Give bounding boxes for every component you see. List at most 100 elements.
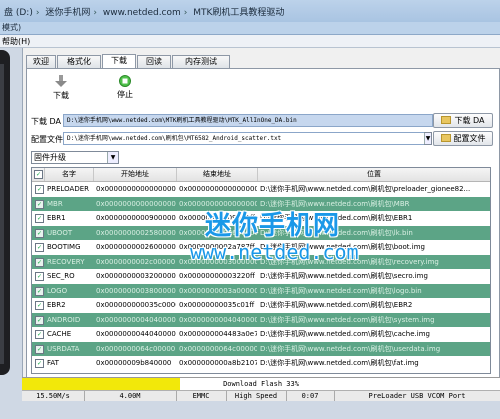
header-end[interactable]: 结束地址: [177, 168, 258, 181]
cell-location: D:\迷你手机网\www.netded.com\刷机包\system.img: [260, 315, 435, 324]
cell-start: 0x000000000035c0000: [96, 301, 176, 309]
app-title: 模式): [2, 23, 22, 32]
stop-icon: [119, 75, 131, 87]
table-row[interactable]: ✓ EBR2 0x000000000035c0000 0x00000000035c01…: [32, 298, 490, 312]
header-checkbox[interactable]: ✓: [32, 168, 45, 181]
cell-name: MBR: [47, 199, 63, 208]
cell-start: 0x00000009b840000: [96, 359, 172, 367]
menu-bar: 帮助(H): [0, 35, 500, 48]
tab-format[interactable]: 格式化: [57, 55, 101, 68]
cell-end: 0x00000000035c01ff: [179, 301, 255, 309]
partition-table: ✓ 名字 开始地址 结束地址 位置 ✓ PRELOADER 0x0000000000…: [31, 167, 491, 374]
chevron-down-icon: ▼: [107, 152, 118, 163]
drive-label: 盘 (D:): [4, 8, 33, 18]
download-button[interactable]: 下载: [49, 75, 73, 101]
cell-start: 0x0000000000900000: [96, 214, 176, 222]
cell-name: EBR2: [47, 301, 66, 309]
row-checkbox[interactable]: ✓: [35, 228, 44, 238]
path-segment-3[interactable]: MTK刷机工具教程驱动: [193, 8, 284, 18]
download-agent-button[interactable]: 下载 DA: [433, 113, 493, 128]
cell-start: 0x0000000003200000: [96, 272, 176, 280]
cell-start: 0x0000000044040000: [96, 330, 176, 338]
cell-name: BOOTIMG: [47, 243, 81, 251]
tab-download[interactable]: 下载: [102, 54, 136, 69]
cell-start: 0x0000000003800000: [96, 286, 176, 295]
header-name[interactable]: 名字: [45, 168, 94, 181]
table-row[interactable]: ✓ USRDATA 0x0000000064c00000 0x0000000064c0…: [32, 341, 490, 356]
status-size: 4.00M: [84, 391, 177, 401]
status-storage: EMMC: [176, 391, 227, 401]
row-checkbox[interactable]: ✓: [35, 301, 44, 310]
table-row[interactable]: ✓ LOGO 0x0000000003800000 0x0000000003a0000…: [32, 283, 490, 298]
row-checkbox[interactable]: ✓: [35, 330, 44, 339]
row-checkbox[interactable]: ✓: [35, 359, 44, 368]
title-bar: 盘 (D:) › 迷你手机网 › www.netded.com › MTK刷机工具教程…: [0, 0, 500, 22]
cell-end: 0x0000000003a00000: [179, 286, 257, 295]
row-checkbox[interactable]: ✓: [35, 199, 44, 209]
cell-start: 0x0000000002600000: [96, 243, 176, 251]
taskbar-area: [0, 401, 500, 419]
scatter-dropdown[interactable]: ▼: [424, 132, 432, 145]
row-checkbox[interactable]: ✓: [35, 257, 44, 267]
progress-text: Download Flash 33%: [223, 380, 299, 388]
cell-start: 0x0000000004040000: [96, 315, 176, 324]
tab-memory-test[interactable]: 内存测试: [172, 55, 230, 68]
cell-location: D:\迷你手机网\www.netded.com\刷机包\secro.img: [260, 272, 428, 280]
table-row[interactable]: ✓ ANDROID 0x0000000004040000 0x000000000404…: [32, 312, 490, 327]
table-row[interactable]: ✓ CACHE 0x0000000044040000 0x000000004483a0…: [32, 327, 490, 341]
cell-location: D:\迷你手机网\www.netded.com\刷机包\fat.img: [260, 359, 419, 367]
download-agent-label: 下载 DA: [31, 117, 62, 126]
cell-start: 0x0000000064c00000: [96, 344, 176, 353]
cell-location: D:\迷你手机网\www.netded.com\刷机包\EBR2: [260, 301, 413, 309]
stop-button[interactable]: 停止: [113, 75, 137, 100]
cell-name: LOGO: [47, 286, 68, 295]
path-segment-1[interactable]: 迷你手机网: [45, 8, 90, 18]
status-usb-speed: High Speed: [226, 391, 287, 401]
cell-start: 0x0000000002c00000: [96, 257, 176, 266]
cell-location: D:\迷你手机网\www.netded.com\刷机包\userdata.img: [260, 344, 441, 353]
menu-help[interactable]: 帮助(H): [2, 36, 30, 47]
mode-select-value: 固件升级: [34, 153, 66, 162]
row-checkbox[interactable]: ✓: [35, 286, 44, 296]
row-checkbox[interactable]: ✓: [35, 214, 44, 223]
tab-readback[interactable]: 回读: [137, 55, 171, 68]
cell-name: CACHE: [47, 330, 72, 338]
header-start[interactable]: 开始地址: [94, 168, 177, 181]
watermark-title: 迷你手机网: [205, 211, 341, 241]
table-header: ✓ 名字 开始地址 结束地址 位置: [32, 168, 490, 182]
status-speed: 15.50M/s: [22, 391, 85, 401]
cell-end: 0x0000000000000000: [179, 185, 257, 193]
cell-start: 0x0000000000000000: [96, 199, 176, 208]
cell-name: USRDATA: [47, 344, 80, 353]
row-checkbox[interactable]: ✓: [35, 185, 44, 194]
scatter-path[interactable]: D:\迷你手机网\www.netded.com\刷机包\MT6582_Andro…: [63, 132, 428, 145]
cell-end: 0x0000000004040000: [179, 315, 257, 324]
table-row[interactable]: ✓ PRELOADER 0x0000000000000000 0x0000000000…: [32, 182, 490, 196]
row-checkbox[interactable]: ✓: [35, 243, 44, 252]
row-checkbox[interactable]: ✓: [35, 315, 44, 325]
table-row[interactable]: ✓ FAT 0x00000009b840000 0x000000000a8b2107b…: [32, 356, 490, 370]
chevron-down-icon: ▼: [424, 133, 431, 144]
mode-select[interactable]: 固件升级 ▼: [31, 151, 119, 164]
watermark-url: www.netded.com: [190, 240, 359, 264]
cell-name: EBR1: [47, 214, 66, 222]
status-port: PreLoader USB VCOM Port: [368, 392, 466, 400]
progress-bar: Download Flash 33%: [22, 377, 500, 390]
cell-name: UBOOT: [47, 228, 73, 237]
table-row[interactable]: ✓ SEC_RO 0x0000000003200000 0x0000000000322…: [32, 269, 490, 283]
row-checkbox[interactable]: ✓: [35, 344, 44, 354]
address-path[interactable]: 盘 (D:) › 迷你手机网 › www.netded.com › MTK刷机工具教程…: [4, 5, 284, 18]
tab-welcome[interactable]: 欢迎: [26, 55, 56, 68]
header-location[interactable]: 位置: [258, 168, 490, 181]
folder-icon: [440, 134, 451, 142]
download-agent-path[interactable]: D:\迷你手机网\www.netded.com\MTK刷机工具教程驱动\MTK_…: [63, 114, 433, 127]
status-time: 0:07: [286, 391, 335, 401]
scatter-button-label: 配置文件: [453, 134, 486, 143]
cell-location: D:\迷你手机网\www.netded.com\刷机包\logo.bin: [260, 286, 422, 295]
scatter-button[interactable]: 配置文件: [433, 131, 493, 146]
row-checkbox[interactable]: ✓: [35, 272, 44, 281]
path-segment-2[interactable]: www.netded.com: [103, 8, 181, 18]
cell-start: 0x0000000002580000: [96, 228, 176, 237]
download-agent-button-label: 下载 DA: [454, 116, 485, 125]
cell-name: FAT: [47, 359, 59, 367]
